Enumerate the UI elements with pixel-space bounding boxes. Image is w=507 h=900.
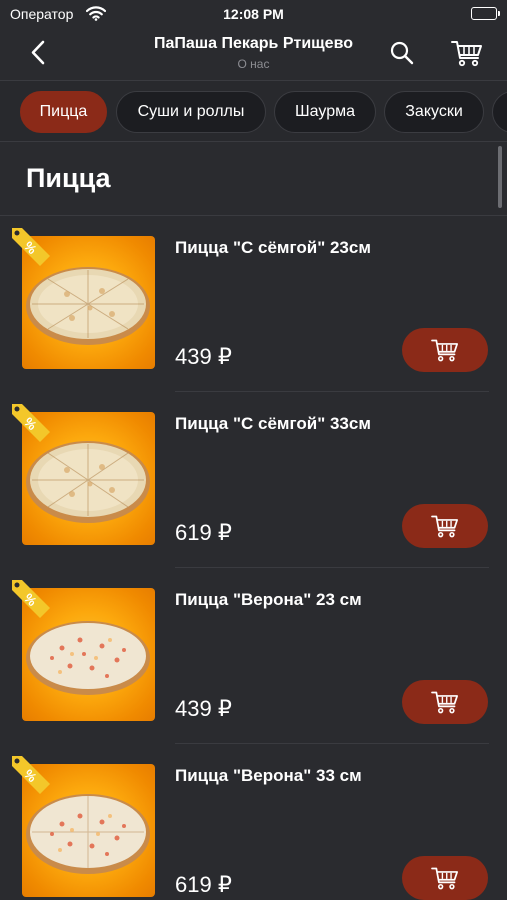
product-item[interactable]: % Пицца "С сёмгой" 23см 439 ₽: [0, 216, 507, 392]
product-item[interactable]: % Пицца "Верона" 33 см 619 ₽: [0, 744, 507, 900]
add-to-cart-button[interactable]: [402, 504, 488, 548]
tab-snacks[interactable]: Закуски: [384, 91, 484, 133]
status-time: 12:08 PM: [223, 6, 284, 22]
category-tabs: Пицца Суши и роллы Шаурма Закуски: [0, 80, 507, 142]
discount-tag-icon: %: [12, 228, 50, 266]
tab-more[interactable]: [492, 91, 507, 133]
cart-icon: [431, 339, 458, 362]
status-bar: Оператор 12:08 PM: [0, 0, 507, 28]
nav-bar: ПаПаша Пекарь Ртищево О нас: [0, 28, 507, 80]
product-price: 439 ₽: [175, 696, 232, 721]
battery-icon: [471, 7, 500, 20]
page-title: ПаПаша Пекарь Ртищево: [154, 35, 353, 52]
add-to-cart-button[interactable]: [402, 680, 488, 724]
add-to-cart-button[interactable]: [402, 856, 488, 900]
product-name: Пицца "Верона" 33 см: [175, 766, 362, 785]
tab-sushi[interactable]: Суши и роллы: [116, 91, 266, 133]
tab-shawarma[interactable]: Шаурма: [274, 91, 376, 133]
cart-icon: [431, 515, 458, 538]
product-price: 619 ₽: [175, 520, 232, 545]
cart-icon: [431, 867, 458, 890]
scrollbar[interactable]: [498, 146, 502, 208]
search-icon: [390, 41, 414, 65]
product-name: Пицца "Верона" 23 см: [175, 590, 362, 609]
product-item[interactable]: % Пицца "С сёмгой" 33см 619 ₽: [0, 392, 507, 568]
product-price: 619 ₽: [175, 872, 232, 897]
discount-tag-icon: %: [12, 580, 50, 618]
product-name: Пицца "С сёмгой" 23см: [175, 238, 371, 257]
product-price: 439 ₽: [175, 344, 232, 369]
tab-pizza[interactable]: Пицца: [20, 91, 107, 133]
product-name: Пицца "С сёмгой" 33см: [175, 414, 371, 433]
cart-button[interactable]: [450, 38, 484, 68]
about-link[interactable]: О нас: [0, 57, 507, 71]
product-item[interactable]: % Пицца "Верона" 23 см 439 ₽: [0, 568, 507, 744]
cart-icon: [451, 41, 482, 67]
add-to-cart-button[interactable]: [402, 328, 488, 372]
discount-tag-icon: %: [12, 404, 50, 442]
discount-tag-icon: %: [12, 756, 50, 794]
section-title: Пицца: [26, 163, 111, 193]
cart-icon: [431, 691, 458, 714]
search-button[interactable]: [388, 39, 416, 67]
